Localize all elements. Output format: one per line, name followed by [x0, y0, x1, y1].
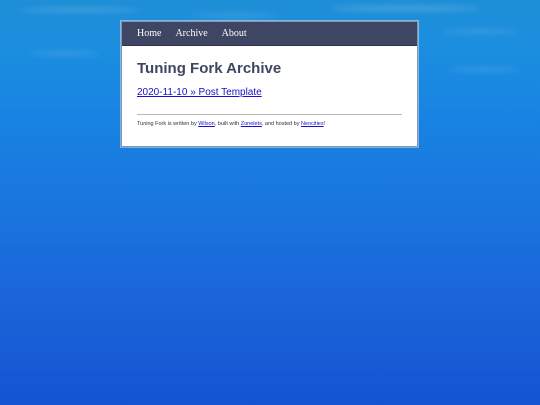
water-ripple — [190, 14, 280, 17]
footer-divider — [137, 114, 402, 115]
main-content: Tuning Fork Archive 2020-11-10 » Post Te… — [122, 46, 417, 127]
footer-text: , and hosted by — [261, 121, 301, 127]
nav-item-about[interactable]: About — [222, 28, 247, 39]
footer-text: ! — [323, 121, 326, 127]
water-ripple — [30, 52, 100, 55]
nav-bar: Home Archive About — [122, 22, 417, 46]
footer: Tuning Fork is written by Wilson, built … — [137, 121, 402, 127]
nav-item-home[interactable]: Home — [137, 28, 161, 39]
post-link[interactable]: 2020-11-10 » Post Template — [137, 87, 262, 98]
builder-link[interactable]: Zonelets — [241, 121, 262, 127]
nav-item-archive[interactable]: Archive — [175, 28, 207, 39]
footer-text: Tuning Fork is written by — [137, 121, 199, 127]
page-title: Tuning Fork Archive — [137, 60, 282, 77]
host-link[interactable]: Neocities — [301, 121, 324, 127]
content-card: Home Archive About Tuning Fork Archive 2… — [121, 21, 418, 147]
water-ripple — [450, 68, 520, 71]
water-ripple — [330, 6, 480, 11]
footer-text: , built with — [214, 121, 241, 127]
author-link[interactable]: Wilson — [198, 121, 215, 127]
water-ripple — [440, 30, 520, 33]
water-ripple — [20, 8, 140, 12]
